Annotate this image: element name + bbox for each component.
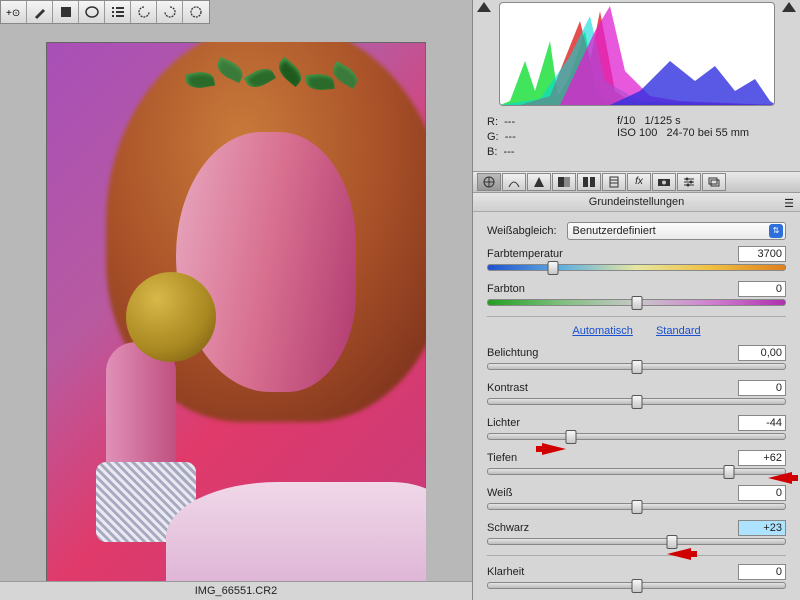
tab-lens[interactable] bbox=[602, 173, 626, 191]
chevron-updown-icon: ⇅ bbox=[769, 224, 783, 238]
temp-value[interactable]: 3700 bbox=[738, 246, 786, 262]
schwarz-slider[interactable] bbox=[487, 538, 786, 545]
tab-curves[interactable] bbox=[502, 173, 526, 191]
tint-slider[interactable] bbox=[487, 299, 786, 306]
tint-label: Farbton bbox=[487, 283, 525, 295]
weiss-value[interactable]: 0 bbox=[738, 485, 786, 501]
tab-detail[interactable] bbox=[527, 173, 551, 191]
klarheit-label: Klarheit bbox=[487, 566, 524, 578]
info-readout: R: --- G: --- B: --- f/10 1/125 s ISO 10… bbox=[473, 109, 800, 171]
lichter-value[interactable]: -44 bbox=[738, 415, 786, 431]
filename-label: IMG_66551.CR2 bbox=[0, 581, 472, 600]
tab-presets[interactable] bbox=[677, 173, 701, 191]
tint-value[interactable]: 0 bbox=[738, 281, 786, 297]
svg-text:+⊙: +⊙ bbox=[6, 8, 20, 18]
highlight-clip-icon[interactable] bbox=[782, 2, 796, 12]
default-link[interactable]: Standard bbox=[656, 325, 701, 337]
auto-link[interactable]: Automatisch bbox=[572, 325, 633, 337]
top-toolbar: +⊙ bbox=[0, 0, 210, 24]
list-icon[interactable] bbox=[105, 1, 131, 23]
weiss-label: Weiß bbox=[487, 487, 512, 499]
wb-label: Weißabgleich: bbox=[487, 225, 557, 237]
refresh-icon[interactable] bbox=[183, 1, 209, 23]
belichtung-value[interactable]: 0,00 bbox=[738, 345, 786, 361]
oval-icon[interactable] bbox=[79, 1, 105, 23]
schwarz-value[interactable]: +23 bbox=[738, 520, 786, 536]
schwarz-label: Schwarz bbox=[487, 522, 529, 534]
exposure-eye-icon[interactable]: +⊙ bbox=[1, 1, 27, 23]
shadow-clip-icon[interactable] bbox=[477, 2, 491, 12]
square-icon[interactable] bbox=[53, 1, 79, 23]
belichtung-label: Belichtung bbox=[487, 347, 538, 359]
brush-icon[interactable] bbox=[27, 1, 53, 23]
panel-menu-icon[interactable]: ☰ bbox=[784, 197, 794, 210]
histogram[interactable] bbox=[499, 2, 775, 106]
kontrast-slider[interactable] bbox=[487, 398, 786, 405]
tab-basic[interactable] bbox=[477, 173, 501, 191]
tiefen-label: Tiefen bbox=[487, 452, 517, 464]
panel-tabs: fx bbox=[473, 171, 800, 193]
rotate-ccw-icon[interactable] bbox=[131, 1, 157, 23]
tiefen-slider[interactable] bbox=[487, 468, 786, 475]
wb-select[interactable]: Benutzerdefiniert ⇅ bbox=[567, 222, 787, 240]
kontrast-label: Kontrast bbox=[487, 382, 528, 394]
tab-hsl[interactable] bbox=[552, 173, 576, 191]
rotate-cw-icon[interactable] bbox=[157, 1, 183, 23]
tab-camera[interactable] bbox=[652, 173, 676, 191]
klarheit-slider[interactable] bbox=[487, 582, 786, 589]
tab-snapshots[interactable] bbox=[702, 173, 726, 191]
belichtung-slider[interactable] bbox=[487, 363, 786, 370]
lichter-label: Lichter bbox=[487, 417, 520, 429]
image-preview[interactable] bbox=[46, 42, 426, 582]
temp-slider[interactable] bbox=[487, 264, 786, 271]
temp-label: Farbtemperatur bbox=[487, 248, 563, 260]
weiss-slider[interactable] bbox=[487, 503, 786, 510]
panel-title: Grundeinstellungen ☰ bbox=[473, 193, 800, 212]
lichter-slider[interactable] bbox=[487, 433, 786, 440]
tiefen-value[interactable]: +62 bbox=[738, 450, 786, 466]
klarheit-value[interactable]: 0 bbox=[738, 564, 786, 580]
tab-fx[interactable]: fx bbox=[627, 173, 651, 191]
tab-split[interactable] bbox=[577, 173, 601, 191]
kontrast-value[interactable]: 0 bbox=[738, 380, 786, 396]
